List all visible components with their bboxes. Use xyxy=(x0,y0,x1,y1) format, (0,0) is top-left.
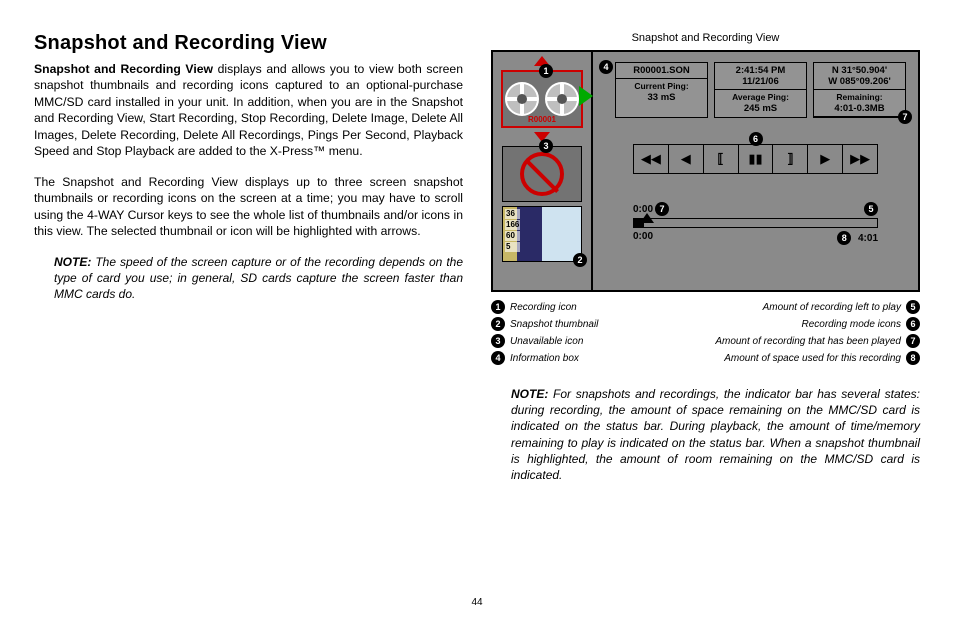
paragraph-1: Snapshot and Recording View displays and… xyxy=(34,61,463,160)
callout-badge-7: 7 xyxy=(898,110,912,124)
note-1-body: The speed of the screen capture or of th… xyxy=(54,255,463,301)
forward-fast-icon: ▶▶ xyxy=(843,145,877,173)
recording-thumbnail: R00001 1 xyxy=(501,70,583,128)
progress-area: 0:007 5 0:00 8 4:01 xyxy=(633,202,878,245)
rewind-fast-icon: ◀◀ xyxy=(634,145,669,173)
rewind-icon: ◀ xyxy=(669,145,704,173)
reel-icon xyxy=(545,82,579,116)
record-stop-icon: ⟧ xyxy=(773,145,808,173)
paragraph-2: The Snapshot and Recording View displays… xyxy=(34,174,463,240)
playback-controls: ◀◀ ◀ ⟦ ▮▮ ⟧ ▶ ▶▶ xyxy=(633,144,878,174)
info-pos: N 31°50.904'W 085°09.206' Remaining:4:01… xyxy=(813,62,906,118)
manual-page: Snapshot and Recording View Snapshot and… xyxy=(0,0,954,618)
right-column: Snapshot and Recording View R00001 1 xyxy=(491,32,920,572)
para1-rest: displays and allows you to view both scr… xyxy=(34,62,463,158)
time-left-bot: 0:00 xyxy=(633,231,653,245)
device-screenshot: R00001 1 3 36166605 2 xyxy=(491,50,920,292)
figure-title: Snapshot and Recording View xyxy=(491,32,920,44)
legend-right: Amount of recording left to play5 Record… xyxy=(715,300,920,368)
left-column: Snapshot and Recording View Snapshot and… xyxy=(34,32,463,572)
device-main: 4 R00001.SON Current Ping:33 mS 2:41:54 … xyxy=(593,52,918,290)
note-2-label: NOTE: xyxy=(511,387,548,401)
note-1: NOTE: The speed of the screen capture or… xyxy=(34,254,463,303)
snapshot-thumbnail: 36166605 2 xyxy=(502,206,582,262)
legend-left: 1Recording icon 2Snapshot thumbnail 3Una… xyxy=(491,300,598,368)
thumbnail-strip: R00001 1 3 36166605 2 xyxy=(493,52,593,290)
unavailable-thumbnail: 3 xyxy=(502,146,582,202)
note-2: NOTE: For snapshots and recordings, the … xyxy=(491,386,920,483)
time-right: 4:01 xyxy=(858,233,878,244)
callout-badge-6: 6 xyxy=(749,132,763,146)
callout-badge-3: 3 xyxy=(539,139,553,153)
record-start-icon: ⟦ xyxy=(704,145,739,173)
callout-badge-4: 4 xyxy=(599,60,613,74)
recording-name: R00001 xyxy=(503,115,581,124)
unavailable-icon xyxy=(520,152,564,196)
reel-icon xyxy=(505,82,539,116)
callout-badge-8: 8 xyxy=(837,231,851,245)
lead-bold: Snapshot and Recording View xyxy=(34,62,213,76)
play-icon: ▶ xyxy=(808,145,843,173)
callout-badge-7b: 7 xyxy=(655,202,669,216)
progress-handle-icon xyxy=(640,213,654,223)
page-number: 44 xyxy=(0,597,954,608)
callout-badge-2: 2 xyxy=(573,253,587,267)
note-1-label: NOTE: xyxy=(54,255,91,269)
info-time: 2:41:54 PM11/21/06 Average Ping:245 mS xyxy=(714,62,807,118)
snapshot-scale: 36166605 xyxy=(505,209,520,253)
callout-badge-1: 1 xyxy=(539,64,553,78)
info-file: R00001.SON Current Ping:33 mS xyxy=(615,62,708,118)
note-2-body: For snapshots and recordings, the indica… xyxy=(511,387,920,482)
progress-bar xyxy=(633,218,878,228)
pause-icon: ▮▮ xyxy=(739,145,774,173)
callout-badge-5: 5 xyxy=(864,202,878,216)
figure-legend: 1Recording icon 2Snapshot thumbnail 3Una… xyxy=(491,300,920,368)
info-boxes: R00001.SON Current Ping:33 mS 2:41:54 PM… xyxy=(615,62,906,118)
section-heading: Snapshot and Recording View xyxy=(34,32,463,55)
arrow-right-icon xyxy=(579,86,593,106)
